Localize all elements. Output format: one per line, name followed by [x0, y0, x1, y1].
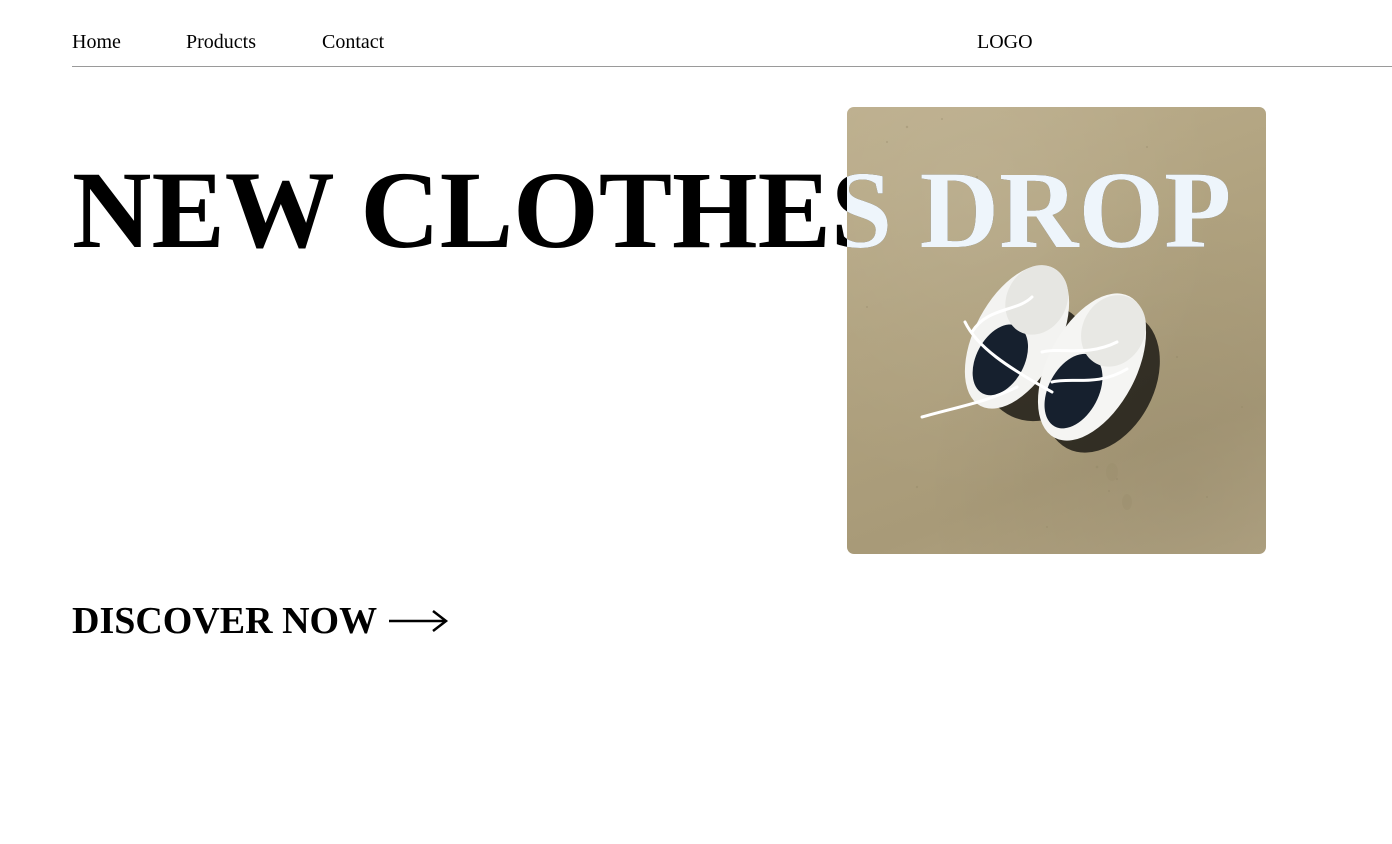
hero-headline: NEW CLOTHES DROP NEW CLOTHES DROP [72, 150, 1332, 270]
nav-link-home[interactable]: Home [72, 30, 186, 54]
logo[interactable]: LOGO [977, 30, 1033, 54]
discover-now-button[interactable]: DISCOVER NOW [72, 598, 449, 644]
arrow-right-icon [389, 610, 449, 632]
nav-link-contact[interactable]: Contact [322, 30, 402, 54]
discover-now-label: DISCOVER NOW [72, 600, 378, 642]
nav-link-products[interactable]: Products [186, 30, 322, 54]
hero-headline-overlay: NEW CLOTHES DROP [847, 150, 1266, 270]
site-header: Home Products Contact LOGO [72, 0, 1392, 67]
main-nav: Home Products Contact [72, 30, 402, 54]
hero-headline-overlay-text: NEW CLOTHES DROP [847, 150, 1232, 270]
